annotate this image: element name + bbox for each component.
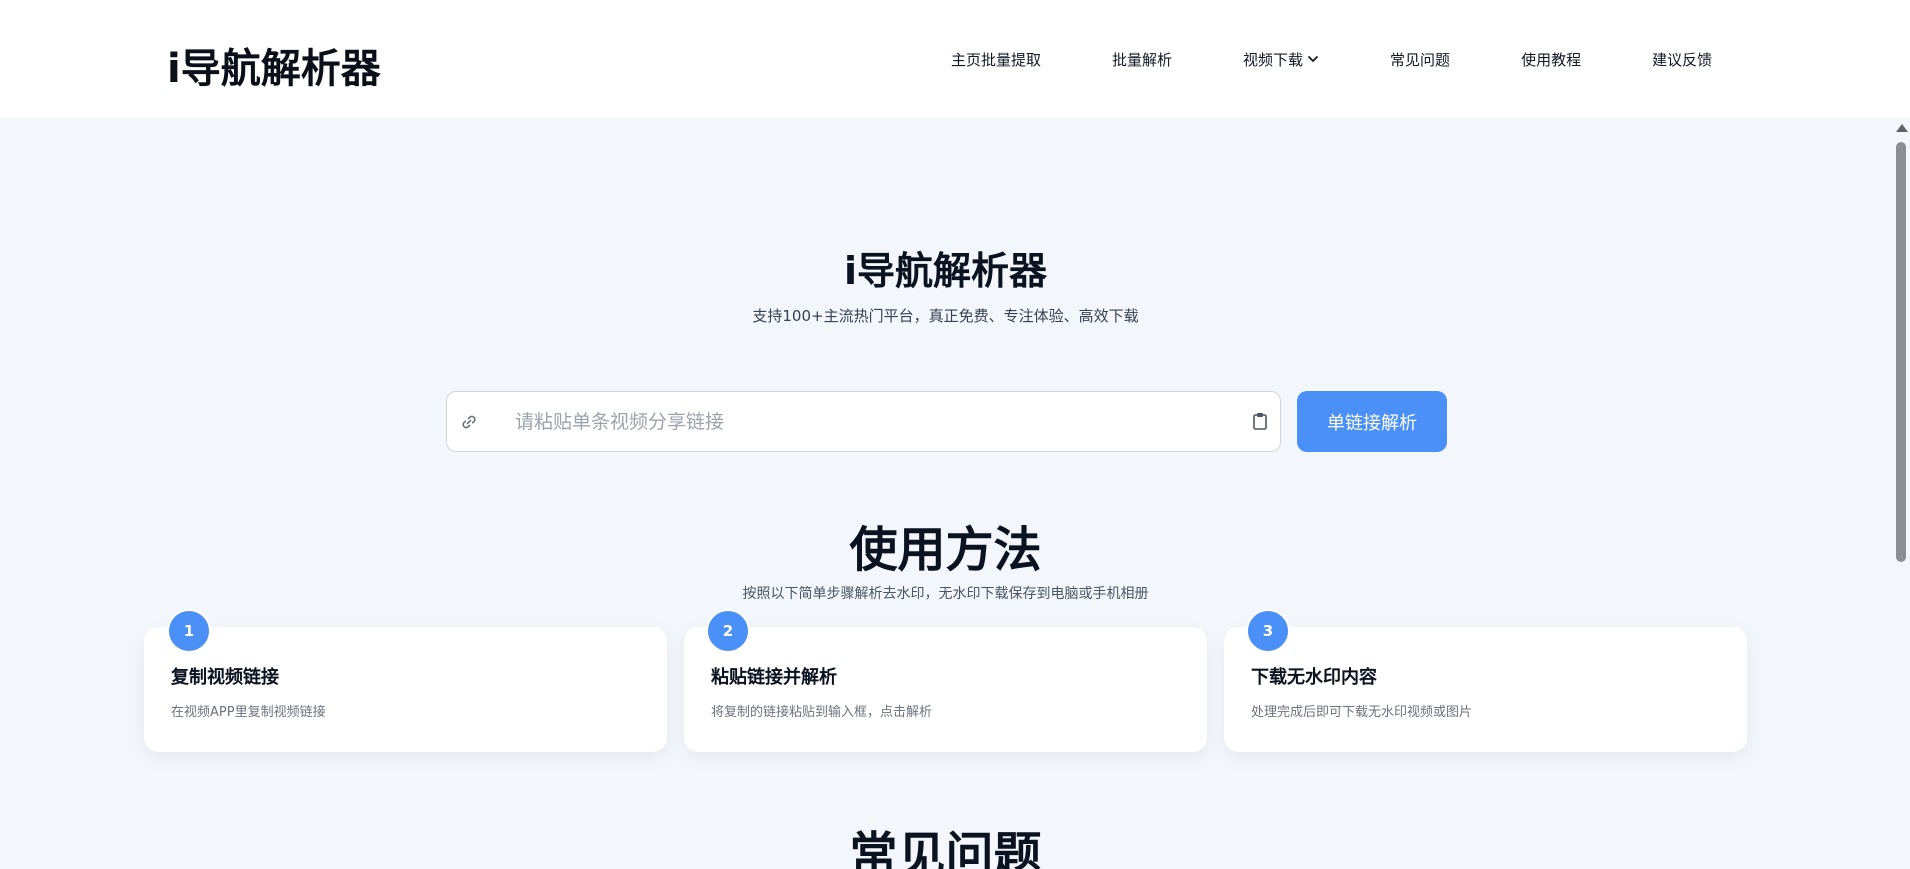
scrollbar-thumb[interactable]	[1896, 142, 1906, 562]
page-scrollbar[interactable]	[1892, 118, 1910, 869]
top-header: i导航解析器 主页批量提取 批量解析 视频下载 常见问题 使用教程 建议反馈	[0, 0, 1910, 118]
hero-title: i导航解析器	[843, 249, 1048, 293]
chevron-down-icon	[1308, 56, 1318, 62]
nav-item-label: 建议反馈	[1652, 50, 1713, 69]
single-link-parse-button[interactable]: 单链接解析	[1297, 391, 1447, 452]
nav-item-label: 主页批量提取	[951, 50, 1042, 69]
link-icon	[462, 415, 476, 429]
nav-item-video-download[interactable]: 视频下载	[1243, 49, 1319, 70]
nav-item-tutorial[interactable]: 使用教程	[1521, 49, 1581, 70]
video-link-input[interactable]	[515, 404, 1205, 440]
step-card-download: 下载无水印内容 处理完成后即可下载无水印视频或图片	[1224, 627, 1747, 752]
step-description: 将复制的链接粘贴到输入框，点击解析	[711, 705, 933, 720]
step-title: 复制视频链接	[171, 667, 279, 688]
step-card-copy-link: 复制视频链接 在视频APP里复制视频链接	[144, 627, 667, 752]
step-number-badge: 3	[1246, 609, 1290, 653]
step-card-paste-and-parse: 粘贴链接并解析 将复制的链接粘贴到输入框，点击解析	[684, 627, 1207, 752]
nav-item-feedback[interactable]: 建议反馈	[1652, 49, 1712, 70]
step-title: 下载无水印内容	[1251, 667, 1377, 688]
nav-item-homepage-batch-extract[interactable]: 主页批量提取	[951, 49, 1041, 70]
main-nav: 主页批量提取 批量解析 视频下载 常见问题 使用教程 建议反馈	[951, 48, 1712, 70]
hero-subtitle: 支持100+主流热门平台，真正免费、专注体验、高效下载	[752, 307, 1139, 325]
step-number-badge: 2	[706, 609, 750, 653]
usage-section-title: 使用方法	[849, 522, 1042, 578]
step-title: 粘贴链接并解析	[711, 667, 837, 688]
scroll-up-arrow-icon[interactable]	[1896, 124, 1908, 132]
clipboard-icon[interactable]	[1252, 412, 1268, 430]
nav-item-label: 常见问题	[1390, 50, 1451, 69]
nav-item-batch-parse[interactable]: 批量解析	[1112, 49, 1172, 70]
step-description: 处理完成后即可下载无水印视频或图片	[1251, 705, 1473, 720]
page: i导航解析器 主页批量提取 批量解析 视频下载 常见问题 使用教程 建议反馈 i…	[0, 0, 1910, 869]
nav-item-label: 使用教程	[1521, 50, 1582, 69]
step-description: 在视频APP里复制视频链接	[171, 705, 326, 720]
step-number-badge: 1	[167, 609, 211, 653]
nav-item-label: 批量解析	[1112, 50, 1173, 69]
usage-section-subtitle: 按照以下简单步骤解析去水印，无水印下载保存到电脑或手机相册	[742, 586, 1149, 602]
faq-section-title: 常见问题	[849, 827, 1042, 869]
link-input-box[interactable]	[446, 391, 1281, 452]
site-logo[interactable]: i导航解析器	[167, 36, 381, 94]
nav-item-label: 视频下载	[1243, 50, 1304, 69]
nav-item-faq[interactable]: 常见问题	[1390, 49, 1450, 70]
